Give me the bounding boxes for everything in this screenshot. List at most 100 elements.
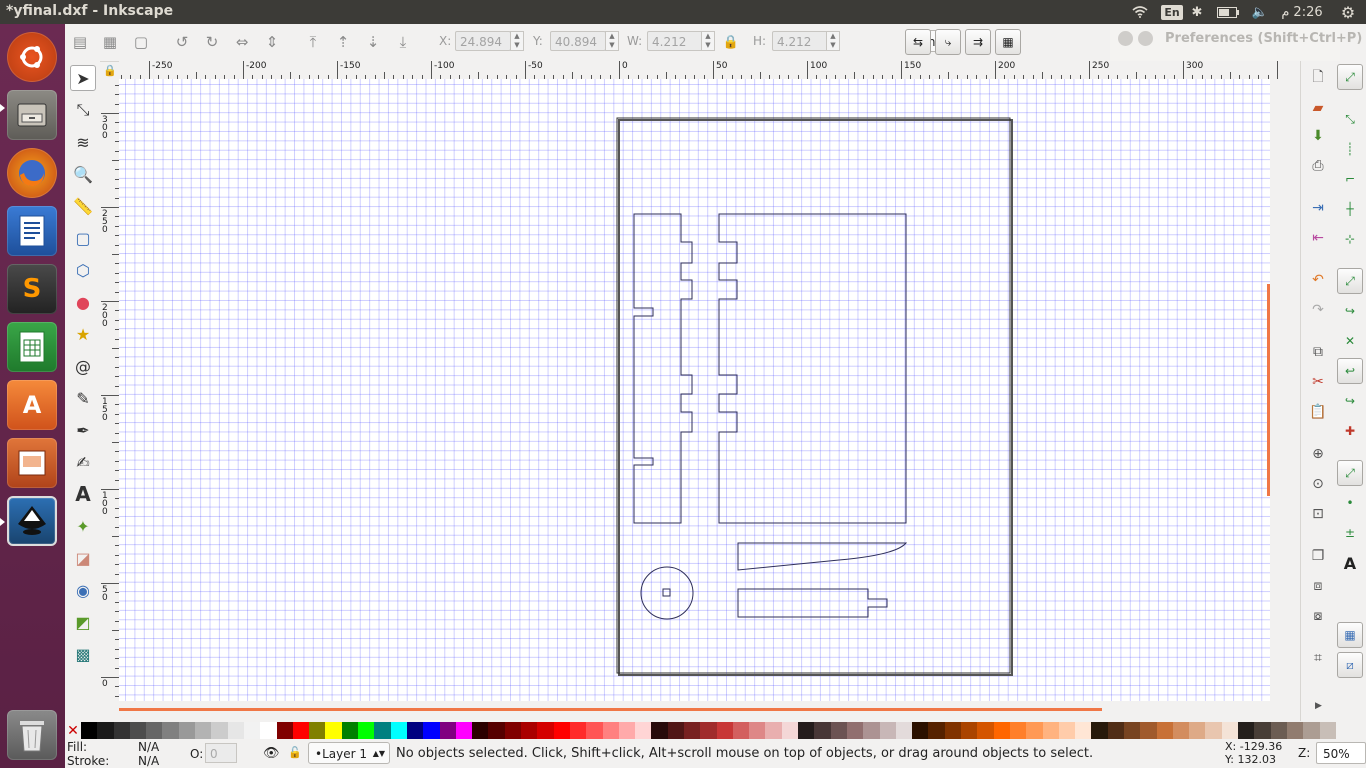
snap-intersections-icon[interactable]: ✕ — [1337, 328, 1363, 354]
drawing-canvas[interactable] — [119, 79, 1270, 701]
color-swatch[interactable] — [341, 722, 359, 739]
color-swatch[interactable] — [358, 722, 375, 739]
snap-line-midpoints-icon[interactable]: ✚ — [1337, 418, 1363, 444]
undo-icon[interactable]: ↶ — [1307, 269, 1329, 291]
snap-others-icon[interactable]: ⤢ — [1337, 460, 1363, 486]
color-swatch[interactable] — [879, 722, 896, 739]
color-swatch[interactable] — [1009, 722, 1027, 739]
color-swatch[interactable] — [798, 722, 815, 739]
color-swatch[interactable] — [276, 722, 293, 739]
export-icon[interactable]: ⇤ — [1307, 227, 1329, 249]
snap-cusp-nodes-icon[interactable]: ↩ — [1337, 358, 1363, 384]
color-swatch[interactable] — [129, 722, 147, 739]
zoom-page-icon[interactable]: ⊡ — [1307, 503, 1329, 525]
volume-icon[interactable]: 🔈 — [1249, 0, 1271, 24]
x-spinner[interactable]: ▲ ▼ — [510, 31, 524, 51]
libreoffice-impress-icon[interactable] — [7, 438, 57, 488]
snap-bbox-center-icon[interactable]: ⊹ — [1337, 226, 1363, 252]
ubuntu-dash-icon[interactable] — [7, 32, 57, 82]
color-swatch[interactable] — [1254, 722, 1271, 739]
calligraphy-tool-icon[interactable]: ✍ — [70, 449, 96, 475]
color-swatch[interactable] — [521, 722, 538, 739]
color-swatch[interactable] — [292, 722, 310, 739]
color-swatch[interactable] — [683, 722, 701, 739]
vertical-scroll-thumb[interactable] — [1267, 284, 1270, 496]
pencil-tool-icon[interactable]: ✎ — [70, 385, 96, 411]
rectangle-tool-icon[interactable]: ▢ — [70, 225, 96, 251]
snap-text-baseline-icon[interactable]: A — [1337, 550, 1363, 576]
selector-tool-icon[interactable]: ➤ — [70, 65, 96, 91]
spiral-tool-icon[interactable]: @ — [70, 353, 96, 379]
current-layer-select[interactable]: •Layer 1 ▲▼ — [308, 742, 390, 764]
color-swatch[interactable] — [928, 722, 945, 739]
mesh-tool-icon[interactable]: ▩ — [70, 641, 96, 667]
ellipse-tool-icon[interactable]: ● — [70, 289, 96, 315]
color-swatch[interactable] — [260, 722, 277, 739]
color-swatch[interactable] — [749, 722, 766, 739]
color-swatch[interactable] — [211, 722, 228, 739]
color-swatch[interactable] — [178, 722, 196, 739]
snap-bbox-edge-icon[interactable]: ┊ — [1337, 136, 1363, 162]
deselect-icon[interactable]: ▢ — [131, 32, 151, 52]
width-field[interactable]: 4.212 — [647, 31, 703, 51]
color-swatch[interactable] — [1075, 722, 1092, 739]
color-swatch[interactable] — [635, 722, 652, 739]
lower-to-bottom-icon[interactable]: ⤓ — [393, 32, 413, 52]
color-swatch[interactable] — [1172, 722, 1190, 739]
height-spinner[interactable]: ▲ ▼ — [826, 31, 840, 51]
color-swatch[interactable] — [97, 722, 114, 739]
clock[interactable]: م 2:26 — [1276, 0, 1328, 24]
color-swatch[interactable] — [602, 722, 619, 739]
color-swatch[interactable] — [700, 722, 717, 739]
tweak-tool-icon[interactable]: ≋ — [70, 129, 96, 155]
raise-to-top-icon[interactable]: ⤒ — [303, 32, 323, 52]
stroke-value[interactable]: N/A — [138, 754, 159, 768]
lock-icon[interactable]: 🔒 — [721, 32, 741, 52]
measure-tool-icon[interactable]: 📏 — [70, 193, 96, 219]
color-swatch[interactable] — [243, 722, 261, 739]
color-swatch[interactable] — [618, 722, 636, 739]
color-swatch[interactable] — [814, 722, 831, 739]
color-swatch[interactable] — [846, 722, 864, 739]
color-swatch[interactable] — [912, 722, 929, 739]
firefox-icon[interactable] — [7, 148, 57, 198]
color-swatch[interactable] — [667, 722, 684, 739]
color-swatch[interactable] — [1286, 722, 1304, 739]
zoom-tool-icon[interactable]: 🔍 — [70, 161, 96, 187]
color-swatch[interactable] — [537, 722, 554, 739]
color-swatch[interactable] — [374, 722, 391, 739]
height-field[interactable]: 4.212 — [772, 31, 828, 51]
color-swatch[interactable] — [830, 722, 847, 739]
open-document-icon[interactable]: ▰ — [1307, 97, 1329, 119]
color-swatch[interactable] — [586, 722, 603, 739]
color-swatch[interactable] — [488, 722, 505, 739]
zoom-drawing-icon[interactable]: ⊙ — [1307, 473, 1329, 495]
vertical-ruler[interactable]: 300 250 200 150 100 50 0 — [101, 79, 120, 701]
color-swatch[interactable] — [895, 722, 913, 739]
paste-icon[interactable]: 📋 — [1307, 401, 1329, 423]
inkscape-icon[interactable] — [7, 496, 57, 546]
color-swatch[interactable] — [1124, 722, 1141, 739]
snap-rotation-center-icon[interactable]: ± — [1337, 520, 1363, 546]
color-swatch[interactable] — [1270, 722, 1287, 739]
opacity-field[interactable]: 0 — [205, 743, 237, 763]
color-swatch[interactable] — [455, 722, 473, 739]
snap-object-midpoints-icon[interactable]: • — [1337, 490, 1363, 516]
snap-enable-icon[interactable]: ⤢ — [1337, 64, 1363, 90]
color-swatch[interactable] — [504, 722, 522, 739]
cut-icon[interactable]: ✂ — [1307, 371, 1329, 393]
color-swatch[interactable] — [944, 722, 962, 739]
color-swatch[interactable] — [113, 722, 130, 739]
select-all-icon[interactable]: ▤ — [70, 32, 90, 52]
width-spinner[interactable]: ▲ ▼ — [701, 31, 715, 51]
snap-grids-icon[interactable]: ⧄ — [1337, 652, 1363, 678]
pen-tool-icon[interactable]: ✒ — [70, 417, 96, 443]
spray-tool-icon[interactable]: ✦ — [70, 513, 96, 539]
close-icon[interactable] — [1118, 31, 1133, 46]
snap-page-border-icon[interactable]: ▦ — [1337, 622, 1363, 648]
libreoffice-writer-icon[interactable] — [7, 206, 57, 256]
no-paint-swatch[interactable]: ✕ — [65, 722, 81, 739]
color-swatch[interactable] — [390, 722, 407, 739]
color-swatch[interactable] — [195, 722, 212, 739]
libreoffice-calc-icon[interactable] — [7, 322, 57, 372]
